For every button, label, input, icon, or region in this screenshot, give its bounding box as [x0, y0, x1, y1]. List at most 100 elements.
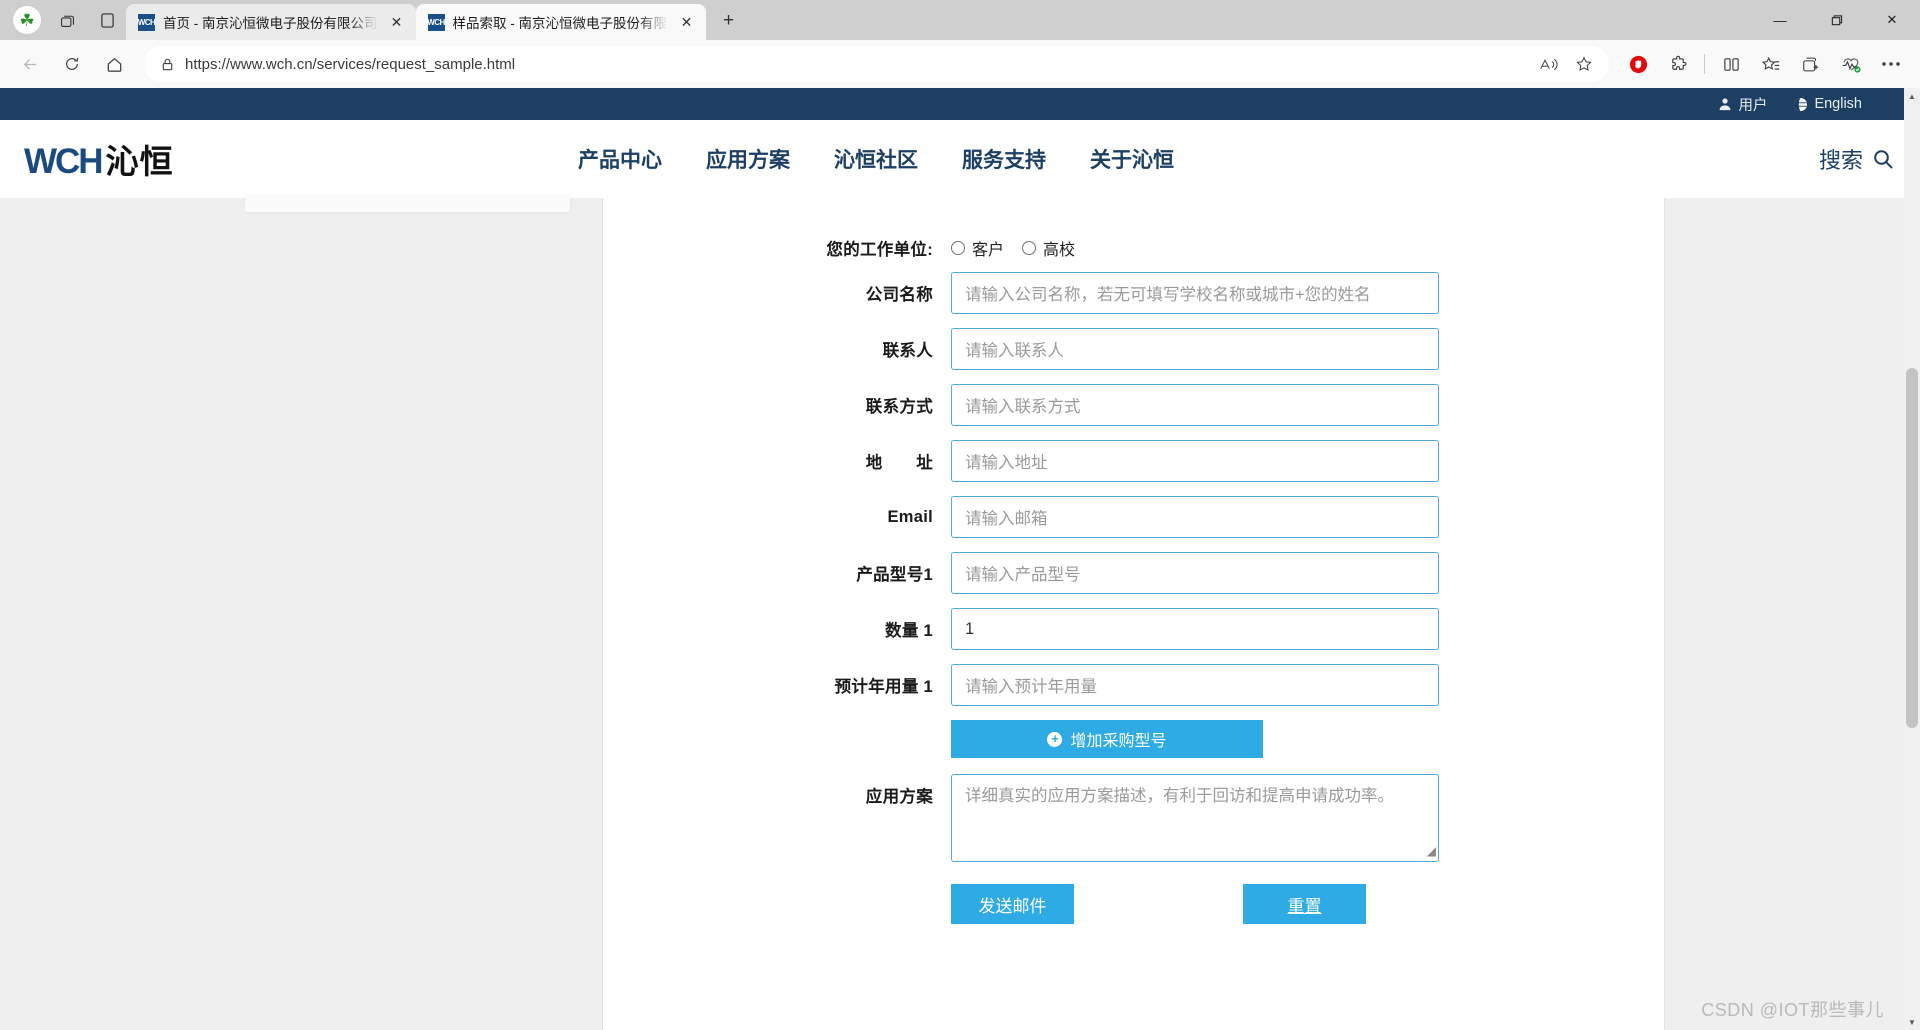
contact-method-label: 联系方式	[865, 398, 933, 416]
form-row-email: Email 请输入邮箱	[603, 496, 1664, 538]
read-aloud-icon[interactable]	[1531, 49, 1565, 79]
radio-circle-icon[interactable]	[951, 241, 965, 255]
browser-tab[interactable]: WCH 首页 - 南京沁恒微电子股份有限公司 ✕	[126, 4, 416, 40]
form-row-address: 地 址 请输入地址	[603, 440, 1664, 482]
favorites-icon[interactable]	[1752, 47, 1790, 81]
annual-usage-1-input[interactable]: 请输入预计年用量	[951, 664, 1439, 706]
copilot-sidebar-icon[interactable]	[88, 4, 126, 36]
form-row-contact-name: 联系人 请输入联系人	[603, 328, 1664, 370]
close-button[interactable]: ✕	[1864, 0, 1920, 40]
main-navigation: 产品中心 应用方案 沁恒社区 服务支持 关于沁恒	[578, 144, 1174, 174]
page-viewport: 用户 English WCH 沁恒 产品中心 应用方案 沁恒社区 服务支持 关于…	[0, 88, 1920, 1030]
reload-icon[interactable]	[52, 46, 92, 82]
scroll-down-arrow-icon[interactable]: ▼	[1904, 1014, 1920, 1030]
reset-button[interactable]: 重置	[1243, 884, 1366, 924]
new-tab-button[interactable]: +	[712, 4, 746, 38]
split-screen-icon[interactable]	[1712, 47, 1750, 81]
watermark: CSDN @IOT那些事儿	[1701, 1000, 1884, 1020]
site-utility-bar: 用户 English	[0, 88, 1920, 120]
tab-actions-icon[interactable]	[48, 4, 86, 36]
address-label: 地 址	[865, 454, 933, 472]
application-textarea[interactable]: 详细真实的应用方案描述，有利于回访和提高申请成功率。 ◢	[951, 774, 1439, 862]
site-search[interactable]: 搜索	[1819, 143, 1894, 175]
email-input[interactable]: 请输入邮箱	[951, 496, 1439, 538]
company-input[interactable]: 请输入公司名称，若无可填写学校名称或城市+您的姓名	[951, 272, 1439, 314]
wch-favicon: WCH	[138, 13, 156, 31]
address-bar[interactable]: https://www.wch.cn/services/request_samp…	[144, 46, 1609, 82]
form-row-annual-usage-1: 预计年用量 1 请输入预计年用量	[603, 664, 1664, 706]
application-label: 应用方案	[865, 788, 933, 806]
address-input[interactable]: 请输入地址	[951, 440, 1439, 482]
send-email-button[interactable]: 发送邮件	[951, 884, 1074, 924]
form-row-work-unit: 您的工作单位: 客户 高校	[603, 236, 1664, 260]
radio-option-customer[interactable]: 客户	[951, 236, 1004, 260]
form-row-application: 应用方案 详细真实的应用方案描述，有利于回访和提高申请成功率。 ◢	[603, 774, 1664, 862]
settings-more-icon[interactable]	[1872, 47, 1910, 81]
favorite-star-icon[interactable]	[1567, 49, 1601, 79]
contact-method-input[interactable]: 请输入联系方式	[951, 384, 1439, 426]
email-label: Email	[887, 507, 933, 526]
form-row-contact-method: 联系方式 请输入联系方式	[603, 384, 1664, 426]
plus-circle-icon: +	[1047, 731, 1063, 747]
nav-item-solutions[interactable]: 应用方案	[706, 144, 790, 174]
logo-name: 沁恒	[105, 143, 174, 180]
radio-label-customer: 客户	[972, 242, 1005, 259]
resize-grip-icon[interactable]: ◢	[1427, 842, 1436, 860]
add-purchase-model-button[interactable]: + 增加采购型号	[951, 720, 1263, 758]
contact-name-label: 联系人	[882, 342, 933, 360]
user-account-link[interactable]: 用户	[1718, 94, 1767, 115]
language-link[interactable]: English	[1793, 96, 1862, 112]
toolbar-divider	[1704, 54, 1705, 74]
back-arrow-icon[interactable]	[10, 46, 50, 82]
product-model-1-label: 产品型号1	[856, 566, 933, 584]
form-row-company: 公司名称 请输入公司名称，若无可填写学校名称或城市+您的姓名	[603, 272, 1664, 314]
tab-title: 首页 - 南京沁恒微电子股份有限公司	[163, 16, 378, 31]
url-text: https://www.wch.cn/services/request_samp…	[185, 55, 516, 73]
lock-icon	[160, 57, 175, 72]
nav-item-about[interactable]: 关于沁恒	[1090, 144, 1174, 174]
omnibox-actions	[1531, 49, 1601, 79]
page-scrollbar[interactable]: ▲ ▼	[1904, 88, 1920, 1030]
nav-item-support[interactable]: 服务支持	[962, 144, 1046, 174]
search-icon[interactable]	[1872, 148, 1894, 170]
collections-icon[interactable]	[1792, 47, 1830, 81]
annual-usage-1-label: 预计年用量 1	[834, 678, 933, 696]
browser-essentials-icon[interactable]	[1832, 47, 1870, 81]
nav-item-products[interactable]: 产品中心	[578, 144, 662, 174]
product-model-1-input[interactable]: 请输入产品型号	[951, 552, 1439, 594]
close-icon[interactable]: ✕	[676, 11, 698, 33]
form-row-add-model: + 增加采购型号	[603, 720, 1664, 758]
tab-title: 样品索取 - 南京沁恒微电子股份有限公司	[452, 16, 668, 31]
form-row-quantity-1: 数量 1 1	[603, 608, 1664, 650]
left-panel-remnant	[245, 194, 570, 212]
home-icon[interactable]	[94, 46, 134, 82]
wch-favicon: WCH	[427, 13, 445, 31]
sample-request-form: 您的工作单位: 客户 高校 公司名称 请输入公司名称，若无可填写学校名称或城市+…	[602, 198, 1665, 1030]
adblock-shield-icon[interactable]	[1619, 47, 1657, 81]
site-logo[interactable]: WCH 沁恒	[24, 135, 174, 183]
browser-tab[interactable]: WCH 样品索取 - 南京沁恒微电子股份有限公司 ✕	[415, 4, 706, 40]
page-content: 您的工作单位: 客户 高校 公司名称 请输入公司名称，若无可填写学校名称或城市+…	[0, 194, 1920, 1030]
browser-titlebar: ☘ WCH 首页 - 南京沁恒微电子股份有限公司 ✕ WCH 样品索取 - 南京…	[0, 0, 1920, 40]
contact-name-input[interactable]: 请输入联系人	[951, 328, 1439, 370]
radio-circle-icon[interactable]	[1022, 241, 1037, 255]
form-row-product-model-1: 产品型号1 请输入产品型号	[603, 552, 1664, 594]
add-purchase-model-label: 增加采购型号	[1070, 733, 1167, 750]
radio-label-university: 高校	[1043, 242, 1076, 259]
quantity-1-input[interactable]: 1	[951, 608, 1439, 650]
logo-mark: WCH	[24, 142, 104, 181]
clover-icon[interactable]: ☘	[8, 4, 46, 36]
maximize-button[interactable]	[1808, 0, 1864, 40]
titlebar-left-controls: ☘	[0, 0, 126, 40]
scroll-up-arrow-icon[interactable]: ▲	[1904, 88, 1920, 104]
site-header: WCH 沁恒 产品中心 应用方案 沁恒社区 服务支持 关于沁恒 搜索	[0, 120, 1920, 198]
radio-option-university[interactable]: 高校	[1022, 236, 1075, 260]
browser-navbar: https://www.wch.cn/services/request_samp…	[0, 40, 1920, 88]
nav-item-community[interactable]: 沁恒社区	[834, 144, 918, 174]
scrollbar-thumb[interactable]	[1906, 368, 1918, 728]
form-actions: 发送邮件 重置	[951, 884, 1664, 924]
close-icon[interactable]: ✕	[386, 11, 408, 33]
minimize-button[interactable]: —	[1752, 0, 1808, 40]
quantity-1-label: 数量 1	[885, 622, 933, 640]
extensions-puzzle-icon[interactable]	[1659, 47, 1697, 81]
